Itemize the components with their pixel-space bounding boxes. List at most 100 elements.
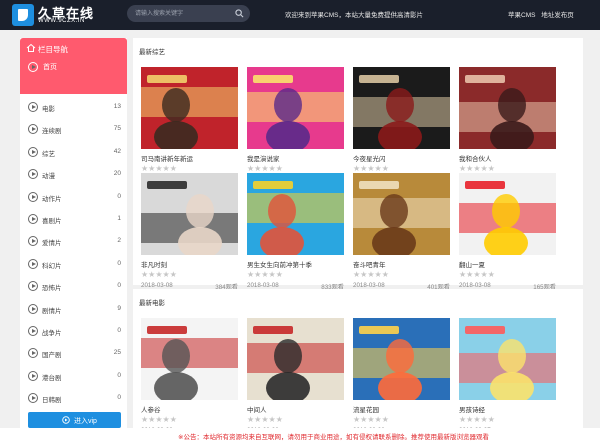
video-title[interactable]: 男孩诗经 [459, 404, 556, 414]
sidebar-item-label: 科幻片 [42, 262, 62, 270]
video-date: 2018-03-08 [353, 282, 385, 289]
video-thumbnail[interactable] [141, 173, 238, 255]
video-title[interactable]: 我和合伙人 [459, 153, 556, 163]
video-title[interactable]: 翻山一夏 [459, 259, 556, 269]
video-title[interactable]: 我是演说家 [247, 153, 344, 163]
sidebar-item[interactable]: 喜剧片 1 [20, 210, 127, 230]
video-thumbnail[interactable] [247, 318, 344, 400]
play-icon [28, 146, 38, 157]
video-thumbnail[interactable] [353, 318, 450, 400]
sidebar-item-label: 动漫 [42, 173, 55, 181]
video-thumbnail[interactable] [459, 173, 556, 255]
sidebar-item-count: 25 [113, 349, 121, 357]
search-input[interactable] [135, 5, 235, 22]
link-address-page[interactable]: 地址发布页 [541, 12, 574, 19]
play-icon [28, 303, 38, 314]
sidebar-item-count: 75 [113, 125, 121, 133]
video-title[interactable]: 奋斗吧青年 [353, 259, 450, 269]
sidebar-item-count: 20 [113, 170, 121, 178]
sidebar-item-label: 战争片 [42, 330, 62, 337]
sidebar-item-count: 0 [117, 394, 121, 402]
video-title[interactable]: 流星花园 [353, 404, 450, 414]
video-thumbnail[interactable] [247, 173, 344, 255]
video-thumbnail[interactable] [141, 67, 238, 149]
rating-stars: ★★★★★ [141, 164, 177, 173]
play-icon [28, 169, 38, 180]
sidebar-item[interactable]: 战争片 0 [20, 322, 127, 342]
video-title[interactable]: 司马南讲新年新运 [141, 153, 238, 163]
video-thumbnail[interactable] [459, 67, 556, 149]
sidebar-item-label: 恐怖片 [42, 285, 62, 293]
video-thumbnail[interactable] [459, 318, 556, 400]
search-icon[interactable] [235, 9, 244, 18]
sidebar: 栏目导航 首页 电影 13 连续剧 75 综艺 42 动漫 20 动作片 0 喜剧片 1 爱情片 2 科幻片… [20, 38, 127, 443]
sidebar-item-label: 动作片 [42, 195, 62, 203]
latest-variety-panel: 最新综艺 司马南讲新年新运★★★★★2018-03-08798观看我是演说家★★… [133, 38, 583, 291]
video-date: 2018-03-08 [247, 282, 279, 289]
rating-stars: ★★★★★ [459, 164, 495, 173]
sidebar-item[interactable]: 港台剧 0 [20, 367, 127, 387]
sidebar-item-label: 港台剧 [42, 374, 62, 382]
sidebar-item[interactable]: 科幻片 0 [20, 255, 127, 275]
rating-stars: ★★★★★ [141, 270, 177, 279]
sidebar-item[interactable]: 爱情片 2 [20, 232, 127, 252]
link-apple-cms[interactable]: 苹果CMS [508, 12, 535, 19]
play-icon [28, 326, 38, 336]
sidebar-item[interactable]: 动漫 20 [20, 165, 127, 185]
sidebar-item-label: 电影 [42, 106, 55, 113]
play-icon [28, 62, 38, 72]
video-title[interactable]: 今夜星光闪 [353, 153, 450, 163]
announcement-bar: ※公告：本站所有资源均来自互联网，请勿用于商业用途，如有侵权请联系删除。推荐使用… [0, 428, 600, 443]
site-logo[interactable]: 久草在线 WWW.9CZX.IN [12, 3, 112, 27]
play-icon [28, 258, 38, 269]
video-title[interactable]: 中间人 [247, 404, 344, 414]
rating-stars: ★★★★★ [141, 415, 177, 424]
video-date: 2018-03-08 [141, 282, 173, 289]
sidebar-item-count: 0 [117, 282, 121, 290]
video-thumbnail[interactable] [141, 318, 238, 400]
rating-stars: ★★★★★ [247, 270, 283, 279]
sidebar-item[interactable]: 国产剧 25 [20, 344, 127, 364]
sidebar-item-count: 0 [117, 327, 121, 334]
sidebar-title: 栏目导航 [38, 45, 68, 54]
video-thumbnail[interactable] [247, 67, 344, 149]
video-date: 2018-03-08 [459, 282, 491, 289]
sidebar-item-label: 爱情片 [42, 240, 62, 248]
sidebar-item-label: 剧情片 [42, 307, 62, 315]
sidebar-item[interactable]: 恐怖片 0 [20, 277, 127, 297]
sidebar-item[interactable]: 连续剧 75 [20, 120, 127, 140]
sidebar-item[interactable]: 剧情片 9 [20, 300, 127, 320]
sidebar-item-home[interactable]: 首页 [20, 58, 127, 94]
sidebar-item[interactable]: 电影 13 [20, 98, 127, 118]
video-thumbnail[interactable] [353, 173, 450, 255]
sidebar-item-count: 0 [117, 259, 121, 267]
rating-stars: ★★★★★ [353, 270, 389, 279]
video-title[interactable]: 非凡时刻 [141, 259, 238, 269]
vip-icon [62, 416, 70, 424]
sidebar-item-label: 首页 [40, 61, 60, 73]
home-icon [26, 43, 36, 52]
sidebar-item[interactable]: 日韩剧 0 [20, 389, 127, 409]
logo-domain: WWW.9CZX.IN [38, 18, 85, 24]
rating-stars: ★★★★★ [247, 415, 283, 424]
play-icon [28, 348, 38, 359]
rating-stars: ★★★★★ [353, 415, 389, 424]
video-title[interactable]: 男生女生向前冲第十季 [247, 259, 344, 269]
sidebar-item-count: 13 [113, 103, 121, 110]
top-links: 苹果CMS 地址发布页 [508, 9, 578, 19]
rating-stars: ★★★★★ [459, 415, 495, 424]
play-icon [28, 214, 38, 224]
sidebar-item-count: 0 [117, 192, 121, 200]
enter-vip-button[interactable]: 进入vip [28, 412, 121, 428]
play-icon [28, 370, 38, 381]
sidebar-item[interactable]: 动作片 0 [20, 188, 127, 208]
logo-icon [12, 4, 34, 26]
sidebar-item-count: 0 [117, 371, 121, 379]
video-thumbnail[interactable] [353, 67, 450, 149]
welcome-text: 欢迎来到苹果CMS，本站大量免费提供高清影片 [285, 12, 423, 19]
rating-stars: ★★★★★ [459, 270, 495, 279]
play-icon [28, 393, 38, 404]
rating-stars: ★★★★★ [247, 164, 283, 173]
sidebar-item[interactable]: 综艺 42 [20, 143, 127, 163]
video-title[interactable]: 人参谷 [141, 404, 238, 414]
